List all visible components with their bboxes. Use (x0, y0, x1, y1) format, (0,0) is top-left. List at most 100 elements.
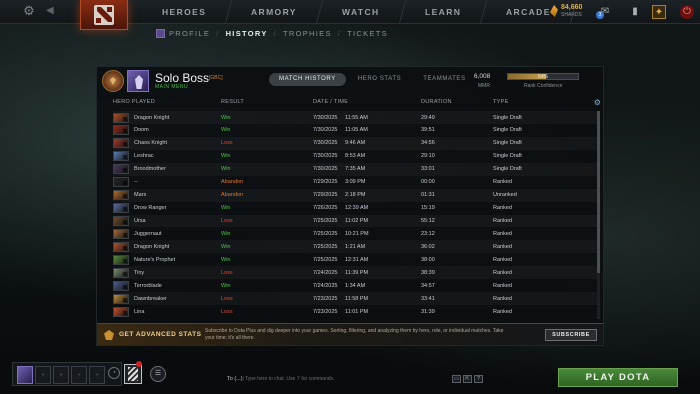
match-time: 2:18 PM (345, 192, 366, 199)
party-settings-icon[interactable]: ◔ (108, 367, 120, 379)
settings-gear-icon[interactable]: ⚙ (22, 4, 36, 18)
table-row[interactable]: Chaos Knight Loss 7/30/2025 9:46 AM 34:56 Sin… (113, 137, 597, 150)
match-type: Single Draft (493, 166, 522, 173)
subnav-profile[interactable]: PROFILE (169, 29, 210, 38)
subnav-trophies[interactable]: TROPHIES (283, 29, 332, 38)
nav-heroes[interactable]: HEROES (136, 0, 233, 24)
table-row[interactable]: Drow Ranger Win 7/26/2025 12:39 AM 15:19 Rank… (113, 202, 597, 215)
party-slot-empty[interactable]: + (89, 366, 105, 384)
match-result: Win (221, 166, 231, 173)
match-type: Ranked (493, 282, 512, 289)
chat-input[interactable] (245, 374, 445, 384)
hero-name: Juggernaut (134, 230, 162, 237)
hero-portrait-icon (113, 267, 129, 278)
subnav-tickets[interactable]: TICKETS (347, 29, 388, 38)
match-time: 3:09 PM (345, 179, 366, 186)
dota-logo-button[interactable] (80, 0, 128, 30)
match-list-scrollbar[interactable] (597, 111, 600, 319)
hero-portrait-icon (113, 125, 129, 136)
table-settings-gear-icon[interactable]: ⚙ (593, 98, 602, 107)
rank-confidence-bar: 54% (507, 73, 579, 80)
column-result[interactable]: RESULT (221, 99, 244, 105)
match-duration: 39:51 (421, 127, 435, 134)
add-party-member-icon: + (40, 372, 46, 379)
column-type[interactable]: TYPE (493, 99, 509, 105)
table-row[interactable]: Juggernaut Win 7/25/2025 10:21 PM 23:12 Ranke… (113, 227, 597, 240)
match-duration: 29:10 (421, 153, 435, 160)
add-party-member-icon: + (76, 372, 82, 379)
match-type: Ranked (493, 230, 512, 237)
table-row[interactable]: Mars Abandon 7/29/2025 2:18 PM 01:31 Unranked (113, 189, 597, 202)
table-row[interactable]: Lina Loss 7/23/2025 11:01 PM 31:39 Ranked (113, 305, 597, 318)
tab-teammates[interactable]: TEAMMATES (413, 73, 475, 86)
subnav-separator: / (273, 28, 278, 38)
book-icon[interactable]: ▮ (628, 5, 642, 19)
dota-plus-icon[interactable]: ✦ (652, 5, 666, 19)
table-row[interactable]: Broodmother Win 7/30/2025 7:35 AM 33:01 Singl… (113, 163, 597, 176)
hero-name: Dawnbreaker (134, 295, 167, 302)
subscribe-button[interactable]: SUBSCRIBE (545, 329, 597, 341)
table-row[interactable]: Terrorblade Win 7/24/2025 1:34 AM 34:57 Ranke… (113, 279, 597, 292)
match-type: Single Draft (493, 127, 522, 134)
chat-expand-icon[interactable]: ▭ (452, 375, 461, 383)
table-row[interactable]: Doom Win 7/30/2025 11:05 AM 39:51 Single Draf… (113, 124, 597, 137)
match-time: 11:55 AM (345, 114, 368, 121)
hero-portrait-icon (113, 164, 129, 175)
history-tabs: MATCH HISTORY HERO STATS TEAMMATES (269, 73, 478, 86)
subnav-history[interactable]: HISTORY (226, 29, 268, 38)
match-result: Win (221, 205, 231, 212)
match-result: Loss (221, 218, 233, 224)
promo-description: Subscribe to Dota Plus and dig deeper in… (205, 328, 504, 341)
table-row[interactable]: Leshrac Win 7/30/2025 8:53 AM 29:10 Single Dr… (113, 150, 597, 163)
power-icon[interactable]: ⏻ (680, 5, 694, 19)
hero-name: Ursa (134, 218, 146, 224)
table-row[interactable]: Ursa Loss 7/25/2025 11:02 PM 55:12 Ranked (113, 215, 597, 228)
party-slot-empty[interactable]: + (71, 366, 87, 384)
subnav-separator: / (216, 28, 220, 38)
chat-help-icon[interactable]: ? (474, 375, 483, 383)
party-slot-self[interactable] (17, 366, 33, 384)
add-party-member-icon: + (94, 372, 100, 379)
column-duration[interactable]: DURATION (421, 99, 452, 105)
match-time: 10:21 PM (345, 230, 369, 237)
match-list: Dragon Knight Win 7/30/2025 11:55 AM 29:49 Si… (113, 111, 593, 318)
party-slot-empty[interactable]: + (35, 366, 51, 384)
scrollbar-thumb[interactable] (597, 111, 600, 273)
match-duration: 23:12 (421, 230, 435, 237)
match-type: Ranked (493, 308, 512, 315)
table-row[interactable]: Dragon Knight Win 7/25/2025 1:21 AM 36:02 Ran… (113, 240, 597, 253)
play-dota-button[interactable]: PLAY DOTA (558, 368, 678, 387)
match-date: 7/25/2025 (313, 218, 338, 224)
mmr-value: 6,008 (474, 73, 491, 80)
party-slot-empty[interactable]: + (53, 366, 69, 384)
table-row[interactable]: Tiny Loss 7/24/2025 11:39 PM 38:39 Ranked (113, 266, 597, 279)
chat-popout-icon[interactable]: ⇱ (463, 375, 472, 383)
match-date: 7/29/2025 (313, 192, 338, 199)
match-type: Ranked (493, 179, 512, 186)
dota-plus-icon (104, 330, 114, 340)
match-duration: 01:31 (421, 192, 435, 199)
hero-name: Lina (134, 308, 145, 315)
table-row[interactable]: Dragon Knight Win 7/30/2025 11:55 AM 29:49 Si… (113, 111, 597, 124)
inventory-item-button[interactable] (124, 364, 142, 384)
table-row[interactable]: -- Abandon 7/29/2025 3:09 PM 00:00 Ranked (113, 176, 597, 189)
match-date: 7/30/2025 (313, 114, 338, 121)
match-date: 7/29/2025 (313, 179, 338, 186)
hero-portrait-icon (113, 151, 129, 162)
column-hero[interactable]: HERO PLAYED (113, 99, 155, 105)
nav-watch[interactable]: WATCH (316, 0, 406, 24)
match-date: 7/30/2025 (313, 140, 338, 147)
tab-match-history[interactable]: MATCH HISTORY (269, 73, 346, 86)
chat-channel-prefix[interactable]: To (...): (227, 376, 244, 382)
nav-learn[interactable]: LEARN (399, 0, 488, 24)
back-arrow-icon[interactable]: ◀ (46, 5, 56, 17)
table-row[interactable]: Nature's Prophet Win 7/25/2025 12:31 AM 38:0… (113, 253, 597, 266)
match-date: 7/24/2025 (313, 269, 338, 276)
column-datetime[interactable]: DATE / TIME (313, 99, 348, 105)
table-row[interactable]: Dawnbreaker Loss 7/23/2025 11:58 PM 33:41 Ran… (113, 292, 597, 305)
nav-armory[interactable]: ARMORY (226, 0, 324, 24)
chat-menu-icon[interactable]: ☰ (150, 366, 166, 382)
tab-hero-stats[interactable]: HERO STATS (348, 73, 411, 86)
hero-portrait-icon (113, 138, 129, 149)
avatar[interactable] (127, 70, 149, 92)
